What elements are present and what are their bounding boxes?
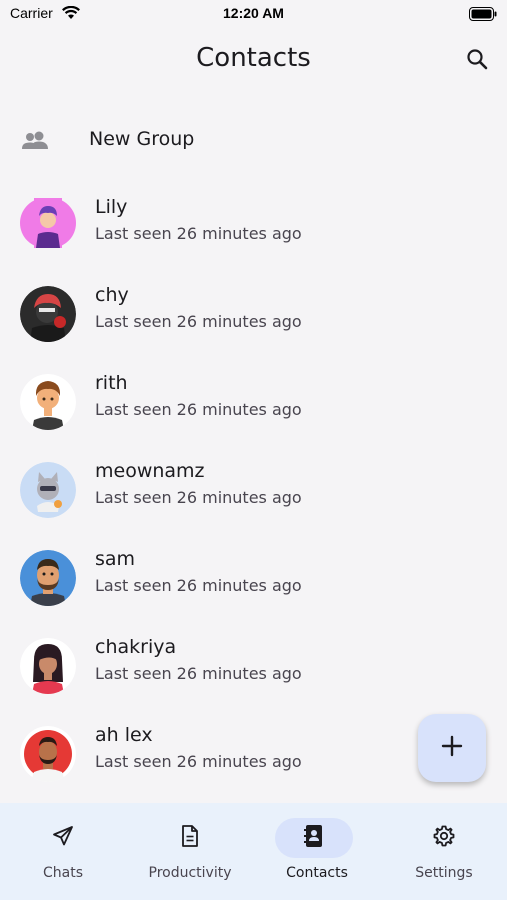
contacts-book-icon <box>303 824 325 852</box>
battery-icon <box>469 6 497 25</box>
avatar <box>20 374 76 430</box>
avatar <box>20 726 76 782</box>
plus-icon <box>441 735 463 761</box>
nav-pill-active <box>275 818 353 858</box>
avatar <box>20 286 76 342</box>
nav-label: Settings <box>415 865 473 881</box>
contact-name: Lily <box>95 196 128 218</box>
contact-item-rith[interactable]: rith Last seen 26 minutes ago <box>0 366 507 446</box>
contact-status: Last seen 26 minutes ago <box>95 576 302 595</box>
nav-pill <box>31 818 95 858</box>
contact-name: chakriya <box>95 636 177 658</box>
contact-name: meownamz <box>95 460 205 482</box>
new-group-row[interactable]: New Group <box>0 114 507 168</box>
new-group-label: New Group <box>89 128 195 150</box>
nav-label: Productivity <box>148 865 232 881</box>
nav-item-settings[interactable]: Settings <box>381 803 507 900</box>
add-contact-button[interactable] <box>418 714 486 782</box>
contact-item-chakriya[interactable]: chakriya Last seen 26 minutes ago <box>0 630 507 710</box>
clock: 12:20 AM <box>223 5 284 21</box>
contact-name: ah lex <box>95 724 153 746</box>
status-bar: Carrier 12:20 AM <box>0 0 507 28</box>
contact-status: Last seen 26 minutes ago <box>95 752 302 771</box>
contact-status: Last seen 26 minutes ago <box>95 224 302 243</box>
nav-pill <box>158 818 222 858</box>
nav-label: Chats <box>42 865 83 881</box>
group-icon <box>20 128 50 158</box>
contact-name: sam <box>95 548 136 570</box>
avatar <box>20 462 76 518</box>
contact-item-meownamz[interactable]: meownamz Last seen 26 minutes ago <box>0 454 507 534</box>
avatar <box>20 198 76 248</box>
document-icon <box>179 824 201 852</box>
nav-item-productivity[interactable]: Productivity <box>127 803 253 900</box>
contact-name: rith <box>95 372 128 394</box>
avatar <box>20 550 76 606</box>
contact-status: Last seen 26 minutes ago <box>95 312 302 331</box>
contact-status: Last seen 26 minutes ago <box>95 664 302 683</box>
nav-item-chats[interactable]: Chats <box>0 803 126 900</box>
search-icon <box>465 47 489 75</box>
contact-item-sam[interactable]: sam Last seen 26 minutes ago <box>0 542 507 622</box>
search-button[interactable] <box>462 46 492 76</box>
nav-item-contacts[interactable]: Contacts <box>254 803 380 900</box>
send-icon <box>51 824 75 852</box>
contact-name: chy <box>95 284 129 306</box>
nav-label: Contacts <box>286 865 348 881</box>
bottom-navigation: Chats Productivity Contacts Settings <box>0 803 507 900</box>
contact-item-lily[interactable]: Lily Last seen 26 minutes ago <box>0 190 507 270</box>
contact-status: Last seen 26 minutes ago <box>95 400 302 419</box>
avatar <box>20 638 76 694</box>
contact-item-chy[interactable]: chy Last seen 26 minutes ago <box>0 278 507 358</box>
nav-pill <box>412 818 476 858</box>
page-title: Contacts <box>196 43 311 73</box>
gear-icon <box>432 824 456 852</box>
contact-status: Last seen 26 minutes ago <box>95 488 302 507</box>
